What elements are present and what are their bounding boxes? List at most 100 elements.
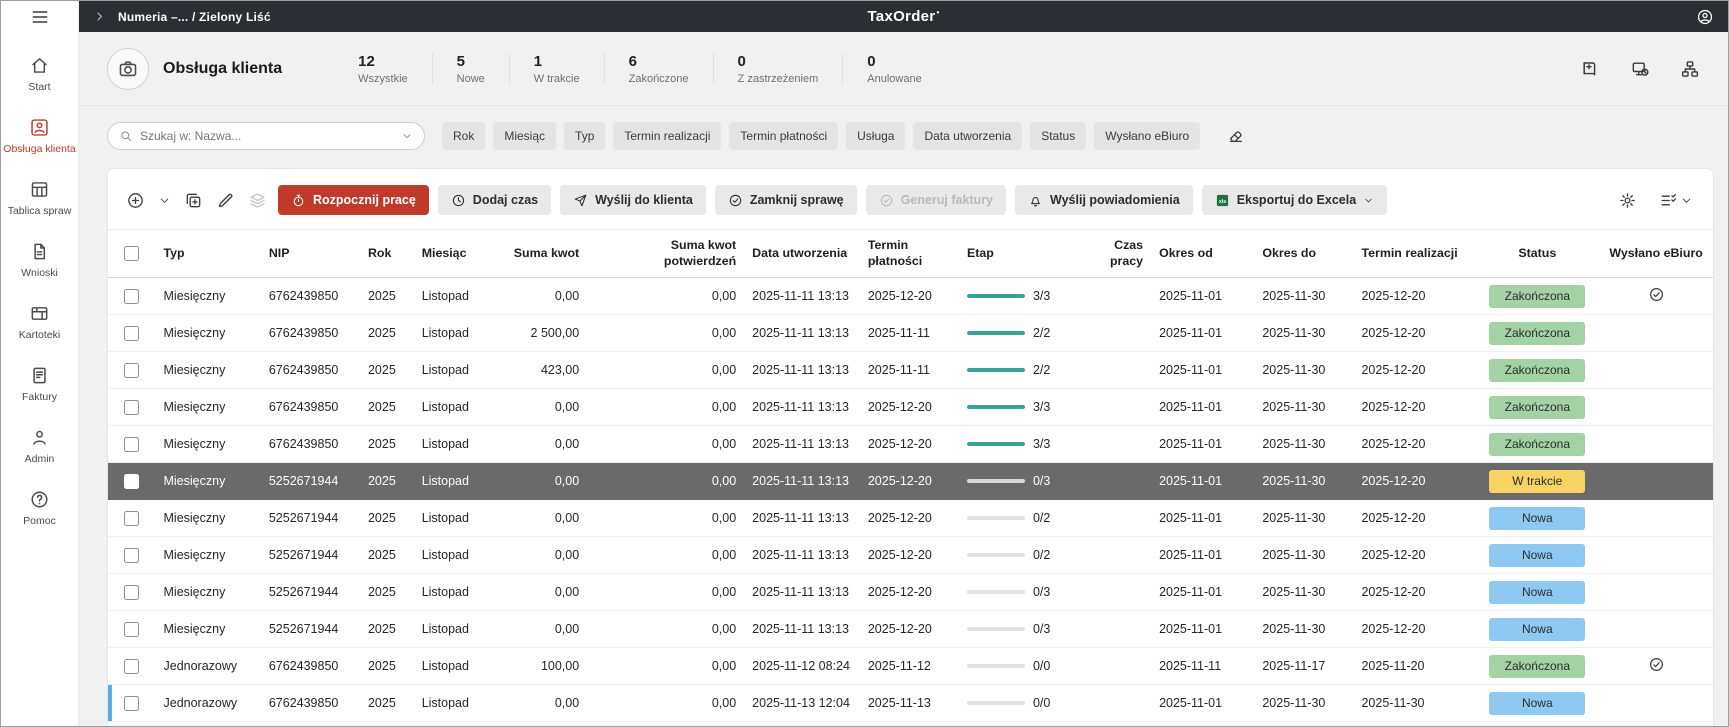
filter-chip[interactable]: Termin realizacji <box>613 122 721 150</box>
start-work-button[interactable]: Rozpocznij pracę <box>278 185 429 215</box>
exchange-book-button[interactable] <box>1580 59 1600 79</box>
row-checkbox[interactable] <box>124 659 139 674</box>
row-checkbox[interactable] <box>124 400 139 415</box>
sidebar-item-obsluga-klienta[interactable]: Obsługa klienta <box>1 108 78 164</box>
table-row[interactable]: Miesięczny67624398502025Listopad0,000,00… <box>108 278 1713 315</box>
cell-okres-do: 2025-11-17 <box>1254 648 1353 685</box>
filter-chip[interactable]: Rok <box>442 122 485 150</box>
column-header[interactable]: Termin realizacji <box>1353 230 1475 278</box>
column-header[interactable]: Status <box>1475 230 1599 278</box>
cell-nip: 5252671944 <box>261 611 360 648</box>
menu-button[interactable] <box>1 1 78 32</box>
chevron-down-icon <box>1363 195 1374 206</box>
sidebar-item-start[interactable]: Start <box>1 46 78 102</box>
cell-czas-pracy <box>1081 574 1151 611</box>
table-row[interactable]: Jednorazowy67624398502025Listopad0,000,0… <box>108 685 1713 722</box>
sidebar-item-label: Admin <box>25 453 55 465</box>
table-row[interactable]: Miesięczny52526719442025Listopad0,000,00… <box>108 611 1713 648</box>
column-settings-button[interactable] <box>1657 189 1697 212</box>
table-row[interactable]: Miesięczny52526719442025Listopad0,000,00… <box>108 463 1713 500</box>
search-input[interactable] <box>140 129 394 143</box>
filter-chip[interactable]: Termin płatności <box>729 122 838 150</box>
cell-status: Nowa <box>1475 537 1599 574</box>
column-header[interactable]: Data utworzenia <box>744 230 860 278</box>
cell-data-utworzenia: 2025-11-11 13:13 <box>744 278 860 315</box>
table-row[interactable]: Miesięczny67624398502025Listopad0,000,00… <box>108 389 1713 426</box>
table-row[interactable]: Miesięczny67624398502025Listopad423,000,… <box>108 352 1713 389</box>
row-checkbox[interactable] <box>124 548 139 563</box>
breadcrumb[interactable]: Numeria –... / Zielony Liść <box>118 10 271 24</box>
sidebar-item-wnioski[interactable]: Wnioski <box>1 232 78 288</box>
cell-okres-od: 2025-11-01 <box>1151 537 1254 574</box>
row-checkbox[interactable] <box>124 511 139 526</box>
filter-chip[interactable]: Data utworzenia <box>913 122 1022 150</box>
cell-etap: 0/0 <box>959 685 1081 722</box>
progress-label: 0/2 <box>1033 548 1050 562</box>
search-box[interactable] <box>107 122 425 150</box>
column-header[interactable]: Termin płatności <box>860 230 959 278</box>
send-notifications-button[interactable]: Wyślij powiadomienia <box>1015 185 1193 215</box>
search-scope-chevron-icon[interactable] <box>401 130 413 142</box>
profile-button[interactable] <box>1696 8 1714 26</box>
add-case-button[interactable] <box>124 189 147 212</box>
row-checkbox[interactable] <box>124 289 139 304</box>
clear-filters-button[interactable] <box>1227 127 1245 145</box>
send-to-client-button[interactable]: Wyślij do klienta <box>560 185 706 215</box>
row-checkbox[interactable] <box>124 474 139 489</box>
stat: 0 Anulowane <box>843 53 945 85</box>
column-header[interactable]: Typ <box>156 230 261 278</box>
column-header[interactable]: Suma kwot potwierdzeń <box>587 230 744 278</box>
table-row[interactable]: Miesięczny67624398502025Listopad0,000,00… <box>108 426 1713 463</box>
row-checkbox[interactable] <box>124 696 139 711</box>
cell-etap: 0/2 <box>959 500 1081 537</box>
column-header[interactable]: Rok <box>360 230 414 278</box>
row-select-cell <box>108 315 156 352</box>
cell-suma-kwot: 0,00 <box>496 685 587 722</box>
filter-chip[interactable]: Status <box>1030 122 1086 150</box>
add-time-label: Dodaj czas <box>473 193 538 207</box>
table-row[interactable]: Miesięczny52526719442025Listopad0,000,00… <box>108 500 1713 537</box>
breadcrumb-expand-button[interactable] <box>93 10 106 23</box>
select-all-checkbox[interactable] <box>124 246 139 261</box>
row-checkbox[interactable] <box>124 437 139 452</box>
table-row[interactable]: Miesięczny52526719442025Listopad0,000,00… <box>108 574 1713 611</box>
column-header[interactable]: Suma kwot <box>496 230 587 278</box>
settings-button[interactable] <box>1616 189 1639 212</box>
filter-chip[interactable]: Typ <box>564 122 605 150</box>
export-excel-button[interactable]: xls Eksportuj do Excela <box>1202 185 1387 215</box>
filter-chip[interactable]: Wysłano eBiuro <box>1094 122 1200 150</box>
sidebar-item-faktury[interactable]: Faktury <box>1 356 78 412</box>
row-checkbox[interactable] <box>124 622 139 637</box>
edit-case-button[interactable] <box>214 189 237 212</box>
generate-invoices-button[interactable]: Generuj faktury <box>866 185 1006 215</box>
merge-cases-button[interactable] <box>246 189 269 212</box>
row-checkbox[interactable] <box>124 326 139 341</box>
table-row[interactable]: Miesięczny67624398502025Listopad2 500,00… <box>108 315 1713 352</box>
duplicate-case-button[interactable] <box>182 189 205 212</box>
column-header[interactable]: NIP <box>261 230 360 278</box>
sidebar-item-admin[interactable]: Admin <box>1 418 78 474</box>
filter-chip[interactable]: Miesiąc <box>493 122 556 150</box>
column-header[interactable]: Okres do <box>1254 230 1353 278</box>
column-header[interactable]: Etap <box>959 230 1081 278</box>
device-history-button[interactable] <box>1630 59 1650 79</box>
sidebar-item-tablica-spraw[interactable]: Tablica spraw <box>1 170 78 226</box>
sidebar-item-pomoc[interactable]: Pomoc <box>1 480 78 536</box>
add-case-menu-button[interactable] <box>156 192 173 209</box>
app-logo: TaxOrder <box>867 8 939 25</box>
workflow-button[interactable] <box>1680 59 1700 79</box>
column-header[interactable]: Miesiąc <box>414 230 497 278</box>
sidebar-item-kartoteki[interactable]: Kartoteki <box>1 294 78 350</box>
row-checkbox[interactable] <box>124 363 139 378</box>
table-row[interactable]: Miesięczny52526719442025Listopad0,000,00… <box>108 537 1713 574</box>
column-header[interactable]: Czas pracy <box>1081 230 1151 278</box>
filter-chip[interactable]: Usługa <box>846 122 905 150</box>
cell-status: Nowa <box>1475 574 1599 611</box>
close-case-button[interactable]: Zamknij sprawę <box>715 185 857 215</box>
row-checkbox[interactable] <box>124 585 139 600</box>
column-header[interactable]: Wysłano eBiuro <box>1599 230 1713 278</box>
cell-termin-realizacji: 2025-12-20 <box>1353 574 1475 611</box>
add-time-button[interactable]: Dodaj czas <box>438 185 551 215</box>
table-row[interactable]: Jednorazowy67624398502025Listopad100,000… <box>108 648 1713 685</box>
column-header[interactable]: Okres od <box>1151 230 1254 278</box>
